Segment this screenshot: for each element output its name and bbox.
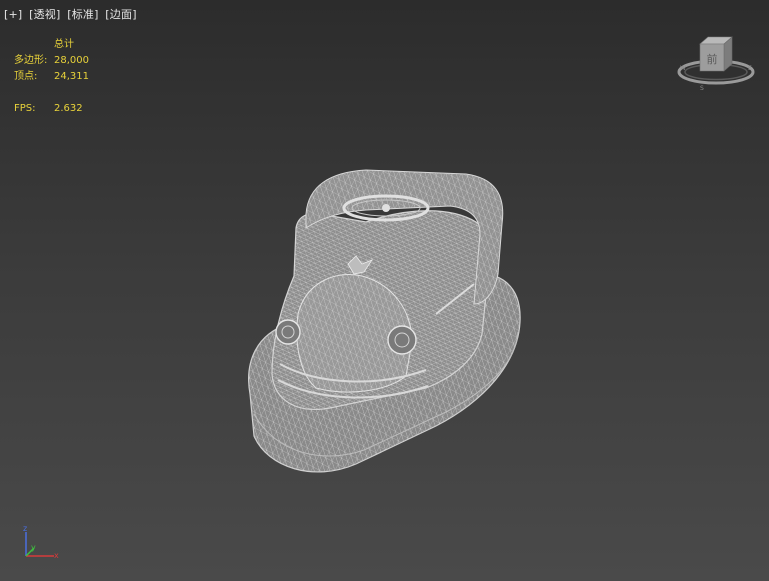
- bumper-car-model[interactable]: [236, 164, 532, 478]
- viewcube-face-label: 前: [707, 52, 718, 66]
- stats-polygons: 多边形: 28,000: [14, 53, 89, 69]
- axis-y-label: y: [31, 543, 36, 552]
- stats-polygons-value: 28,000: [54, 55, 89, 66]
- stats-vertices-label: 顶点:: [14, 71, 38, 82]
- viewport-menu-view[interactable]: [透视]: [29, 8, 60, 21]
- stats-fps-label: FPS:: [14, 103, 36, 114]
- 3d-viewport[interactable]: [+] [透视] [标准] [边面] 总计 多边形: 28,000 顶点: 24…: [0, 0, 769, 581]
- statistics-overlay: 总计 多边形: 28,000 顶点: 24,311 FPS: 2.632: [14, 37, 89, 117]
- viewport-label-bar: [+] [透视] [标准] [边面]: [4, 6, 140, 22]
- viewcube-compass-w: W: [680, 65, 686, 72]
- viewcube-cube[interactable]: 前: [699, 36, 733, 72]
- stats-vertices-value: 24,311: [54, 71, 89, 82]
- stats-polygons-label: 多边形:: [14, 55, 48, 66]
- axis-tripod: z x y: [23, 524, 59, 560]
- stats-vertices: 顶点: 24,311: [14, 69, 89, 85]
- viewcube-compass-s: S: [700, 85, 704, 92]
- viewport-menu-display[interactable]: [边面]: [105, 8, 136, 21]
- stats-fps: FPS: 2.632: [14, 101, 89, 117]
- axis-z-label: z: [23, 524, 27, 533]
- stats-header: 总计: [54, 39, 74, 50]
- axis-x-label: x: [54, 551, 59, 560]
- stats-fps-value: 2.632: [54, 103, 83, 114]
- viewcube[interactable]: 前 W S E: [674, 28, 758, 98]
- viewport-menu-shading[interactable]: [标准]: [67, 8, 98, 21]
- viewcube-compass-e: E: [748, 65, 752, 72]
- viewport-menu-plus[interactable]: [+]: [4, 8, 22, 21]
